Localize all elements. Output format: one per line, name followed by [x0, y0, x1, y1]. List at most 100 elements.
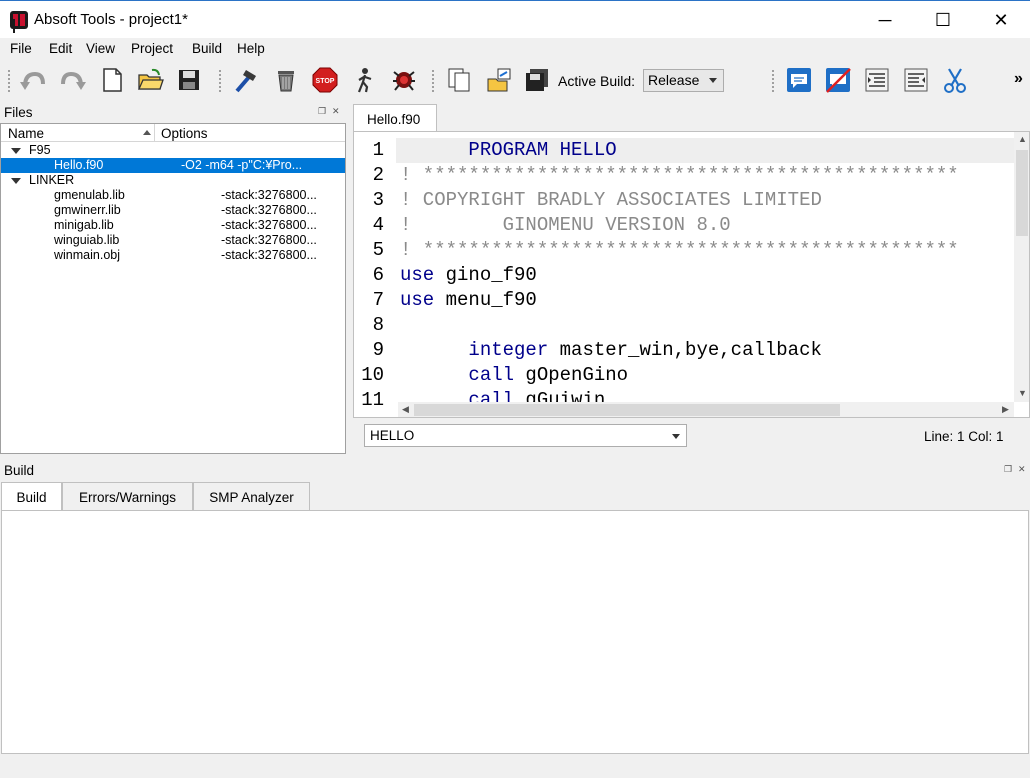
tree-item-options: -stack:3276800... — [221, 203, 317, 217]
build-output[interactable] — [1, 510, 1029, 754]
tree-group-label: F95 — [29, 143, 51, 157]
function-select[interactable]: HELLO — [364, 424, 687, 447]
toolbar-grip-2[interactable] — [219, 70, 223, 92]
scissors-icon[interactable] — [940, 65, 970, 95]
toolbar-grip[interactable] — [8, 70, 12, 92]
line-number: 4 — [372, 214, 384, 236]
build-hammer-icon[interactable] — [231, 65, 261, 95]
stop-icon[interactable]: STOP — [310, 65, 340, 95]
tree-item-name: minigab.lib — [54, 218, 114, 232]
undo-icon[interactable] — [18, 65, 48, 95]
code-keyword: integer — [400, 339, 549, 361]
comment-icon[interactable] — [784, 65, 814, 95]
expand-arrow-icon[interactable] — [11, 178, 21, 184]
chevron-down-icon — [709, 78, 717, 83]
copy-pages-icon[interactable] — [445, 65, 475, 95]
uncomment-icon[interactable] — [823, 65, 853, 95]
files-tree: Name Options F95 Hello.f90 -O2 -m64 -p"C… — [0, 123, 346, 454]
code-keyword: use — [400, 289, 435, 311]
menu-project[interactable]: Project — [131, 41, 173, 56]
code-editor[interactable]: 1 PROGRAM HELLO 2 ! ********************… — [353, 131, 1030, 418]
outdent-icon[interactable] — [901, 65, 931, 95]
scrollbar-thumb[interactable] — [1016, 150, 1028, 236]
window-title: Absoft Tools - project1* — [34, 11, 188, 28]
debug-icon[interactable] — [389, 65, 419, 95]
files-panel-float-icon[interactable]: ❐ — [318, 106, 326, 117]
tree-group-linker[interactable]: LINKER — [1, 173, 345, 188]
redo-icon[interactable] — [58, 65, 88, 95]
code-line[interactable]: ! **************************************… — [400, 163, 959, 188]
code-line[interactable]: integer master_win,bye,callback — [400, 338, 822, 363]
scroll-up-arrow-icon[interactable]: ▲ — [1018, 134, 1027, 144]
indent-icon[interactable] — [862, 65, 892, 95]
scroll-left-arrow-icon[interactable]: ◀ — [402, 404, 409, 415]
code-line[interactable]: ! **************************************… — [400, 238, 959, 263]
code-text: master_win,bye,callback — [548, 339, 822, 361]
active-build-value: Release — [648, 72, 700, 88]
code-line[interactable]: PROGRAM HELLO — [400, 138, 616, 163]
close-button[interactable]: ✕ — [972, 1, 1030, 39]
code-line[interactable]: call gOpenGino — [400, 363, 628, 388]
scroll-right-arrow-icon[interactable]: ▶ — [1002, 404, 1009, 415]
toolbar-overflow-button[interactable]: » — [1014, 70, 1023, 88]
tree-item-options: -O2 -m64 -p"C:¥Pro... — [181, 158, 303, 172]
cursor-position: Line: 1 Col: 1 — [924, 429, 1004, 444]
save-all-icon[interactable] — [522, 65, 552, 95]
tab-hello-f90[interactable]: Hello.f90 — [353, 104, 437, 132]
trash-icon[interactable] — [271, 65, 301, 95]
line-number: 2 — [372, 164, 384, 186]
code-line[interactable]: ! GINOMENU VERSION 8.0 — [400, 213, 731, 238]
save-icon[interactable] — [174, 65, 204, 95]
tree-item[interactable]: minigab.lib -stack:3276800... — [1, 218, 345, 233]
tree-item[interactable]: winmain.obj -stack:3276800... — [1, 248, 345, 263]
sort-ascending-icon — [143, 130, 151, 135]
tab-errors-warnings[interactable]: Errors/Warnings — [62, 482, 193, 510]
scroll-down-arrow-icon[interactable]: ▼ — [1018, 388, 1027, 398]
toolbar-grip-4[interactable] — [772, 70, 776, 92]
tree-item-name: winmain.obj — [54, 248, 121, 262]
tab-smp-analyzer[interactable]: SMP Analyzer — [193, 482, 310, 510]
new-file-icon[interactable] — [97, 65, 127, 95]
scrollbar-thumb[interactable] — [414, 404, 840, 416]
tree-item-options: -stack:3276800... — [221, 218, 317, 232]
menu-edit[interactable]: Edit — [49, 41, 72, 56]
tab-build[interactable]: Build — [1, 482, 62, 512]
column-header-options[interactable]: Options — [161, 126, 208, 141]
chevron-down-icon — [672, 434, 680, 439]
maximize-button[interactable]: ☐ — [914, 1, 972, 39]
code-line[interactable]: use menu_f90 — [400, 288, 537, 313]
active-build-select[interactable]: Release — [643, 69, 724, 92]
line-number: 8 — [372, 314, 384, 336]
build-panel-title: Build — [4, 463, 35, 478]
tree-item-name: Hello.f90 — [54, 158, 104, 172]
tree-group-f95[interactable]: F95 — [1, 143, 345, 158]
tree-item-options: -stack:3276800... — [221, 248, 317, 262]
line-number: 3 — [372, 189, 384, 211]
export-icon[interactable] — [484, 65, 514, 95]
line-number: 5 — [372, 239, 384, 261]
tree-item[interactable]: gmwinerr.lib -stack:3276800... — [1, 203, 345, 218]
vertical-scrollbar[interactable]: ▲ ▼ — [1014, 132, 1029, 402]
files-panel-close-icon[interactable]: ✕ — [332, 106, 340, 117]
menu-build[interactable]: Build — [192, 41, 222, 56]
menu-file[interactable]: File — [10, 41, 32, 56]
open-folder-icon[interactable] — [135, 65, 165, 95]
tree-item-hello-f90[interactable]: Hello.f90 -O2 -m64 -p"C:¥Pro... — [1, 158, 345, 173]
build-panel-close-icon[interactable]: ✕ — [1018, 464, 1026, 475]
code-text: menu_f90 — [434, 289, 537, 311]
run-icon[interactable] — [350, 65, 380, 95]
build-panel-float-icon[interactable]: ❐ — [1004, 464, 1012, 475]
column-header-name[interactable]: Name — [8, 126, 44, 141]
code-line[interactable]: ! COPYRIGHT BRADLY ASSOCIATES LIMITED — [400, 188, 822, 213]
line-number: 11 — [361, 389, 384, 411]
menu-help[interactable]: Help — [237, 41, 265, 56]
toolbar-grip-3[interactable] — [432, 70, 436, 92]
code-line[interactable]: use gino_f90 — [400, 263, 537, 288]
tree-item[interactable]: gmenulab.lib -stack:3276800... — [1, 188, 345, 203]
minimize-button[interactable]: ─ — [856, 1, 914, 39]
horizontal-scrollbar[interactable]: ◀ ▶ — [398, 402, 1014, 417]
tree-item[interactable]: winguiab.lib -stack:3276800... — [1, 233, 345, 248]
column-separator — [154, 124, 155, 142]
expand-arrow-icon[interactable] — [11, 148, 21, 154]
menu-view[interactable]: View — [86, 41, 115, 56]
